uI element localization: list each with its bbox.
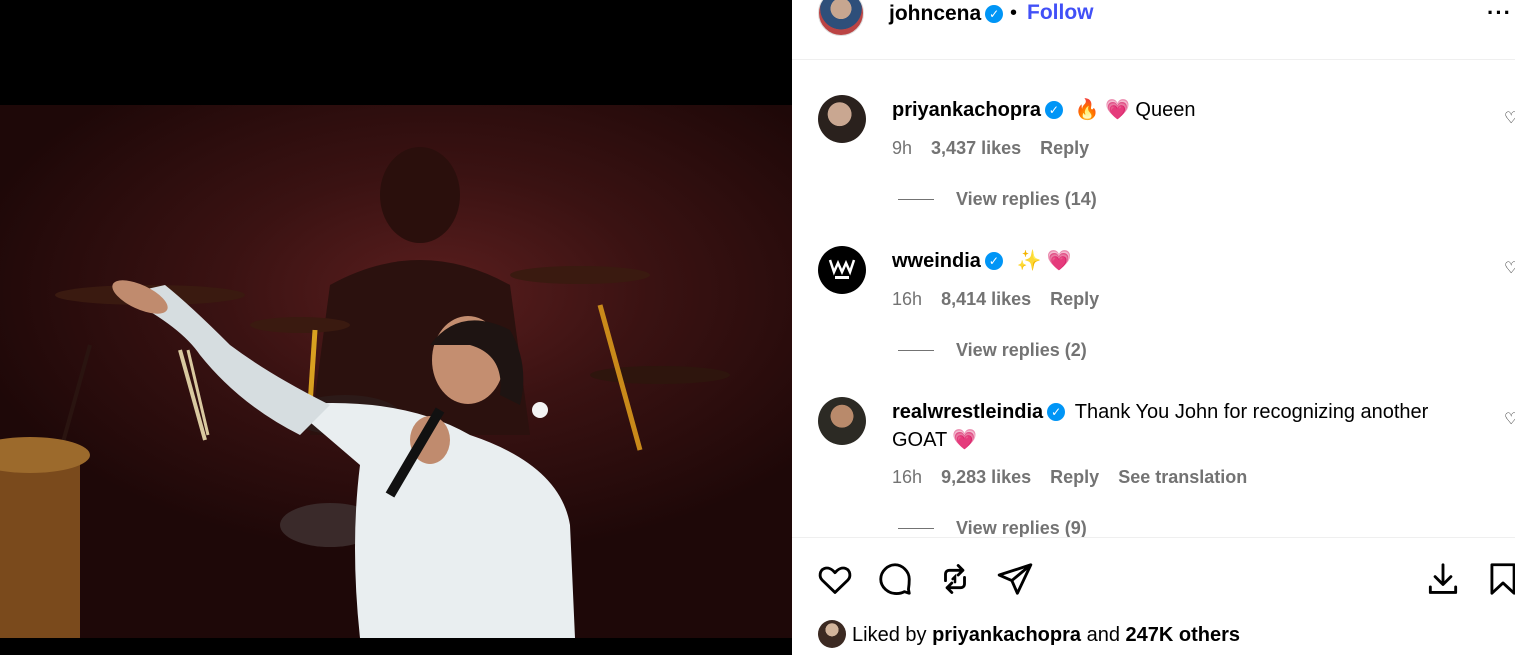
comment-text: 🔥 💗 Queen — [1074, 99, 1196, 121]
follow-button[interactable]: Follow — [1027, 1, 1094, 25]
reply-button[interactable]: Reply — [1050, 467, 1099, 487]
comment-body: wweindia ✓ ✨ 💗 — [892, 247, 1462, 275]
view-replies-label[interactable]: View replies (2) — [956, 340, 1087, 360]
post-sidebar: johncena ✓ • Follow ··· priyankachopra ✓ 🔥… — [792, 0, 1515, 655]
comment-time[interactable]: 16h — [892, 467, 922, 487]
post-photo[interactable] — [0, 105, 792, 638]
comment-like-heart-icon[interactable]: ♡ — [1504, 409, 1515, 429]
comment-body: realwrestleindia ✓ Thank You John for rec… — [892, 398, 1462, 454]
heart-icon[interactable] — [816, 560, 854, 598]
reply-button[interactable]: Reply — [1050, 289, 1099, 309]
liked-by-line: Liked by priyankachopra and 247K others — [818, 620, 1240, 648]
comment-likes[interactable]: 8,414 likes — [941, 289, 1031, 309]
view-replies-button[interactable]: View replies (9) — [898, 518, 1087, 539]
commenter-avatar[interactable] — [818, 246, 866, 294]
repost-icon[interactable] — [936, 560, 974, 598]
bookmark-icon[interactable] — [1484, 560, 1515, 598]
comment-text: ✨ 💗 — [1016, 250, 1072, 272]
reply-button[interactable]: Reply — [1040, 138, 1089, 158]
liked-by-others[interactable]: 247K others — [1126, 624, 1241, 646]
author-username[interactable]: johncena ✓ — [889, 2, 1004, 26]
commenter-avatar[interactable] — [818, 95, 866, 143]
comment-likes[interactable]: 9,283 likes — [941, 467, 1031, 487]
comment-time[interactable]: 9h — [892, 138, 912, 158]
verified-badge-icon: ✓ — [1044, 101, 1063, 119]
verified-badge-icon: ✓ — [985, 5, 1004, 23]
comment-meta: 16h 8,414 likes Reply — [892, 289, 1113, 310]
replies-divider-line — [898, 199, 934, 200]
verified-badge-icon: ✓ — [1047, 403, 1066, 421]
view-replies-label[interactable]: View replies (9) — [956, 518, 1087, 538]
liked-by-prefix: Liked by — [852, 624, 927, 646]
separator-dot: • — [1010, 2, 1018, 24]
view-replies-button[interactable]: View replies (2) — [898, 340, 1087, 361]
view-replies-label[interactable]: View replies (14) — [956, 189, 1097, 209]
commenter-username[interactable]: priyankachopra — [892, 99, 1041, 121]
view-replies-button[interactable]: View replies (14) — [898, 189, 1097, 210]
post-header: johncena ✓ • Follow ··· — [792, 0, 1515, 60]
comment-body: priyankachopra ✓ 🔥 💗 Queen — [892, 96, 1462, 124]
commenter-username[interactable]: realwrestleindia — [892, 401, 1043, 423]
replies-divider-line — [898, 528, 934, 529]
post-media — [0, 0, 792, 655]
comment-meta: 9h 3,437 likes Reply — [892, 138, 1103, 159]
comment-icon[interactable] — [876, 560, 914, 598]
liked-by-avatar[interactable] — [818, 620, 846, 648]
author-avatar[interactable] — [818, 0, 864, 36]
author-username-text[interactable]: johncena — [889, 2, 981, 25]
wwe-logo-icon — [828, 259, 856, 279]
commenter-avatar[interactable] — [818, 397, 866, 445]
comment-like-heart-icon[interactable]: ♡ — [1504, 258, 1515, 278]
liked-by-user[interactable]: priyankachopra — [932, 624, 1081, 646]
see-translation-button[interactable]: See translation — [1118, 467, 1247, 487]
liked-by-and: and — [1086, 624, 1120, 646]
more-options-icon[interactable]: ··· — [1487, 0, 1512, 26]
replies-divider-line — [898, 350, 934, 351]
verified-badge-icon: ✓ — [984, 252, 1003, 270]
comment-likes[interactable]: 3,437 likes — [931, 138, 1021, 158]
comment-like-heart-icon[interactable]: ♡ — [1504, 108, 1515, 128]
post-actions-bar — [792, 537, 1515, 617]
download-icon[interactable] — [1424, 560, 1462, 598]
comment-meta: 16h 9,283 likes Reply See translation — [892, 467, 1261, 488]
comment-time[interactable]: 16h — [892, 289, 922, 309]
commenter-username[interactable]: wweindia — [892, 250, 981, 272]
share-icon[interactable] — [996, 560, 1034, 598]
